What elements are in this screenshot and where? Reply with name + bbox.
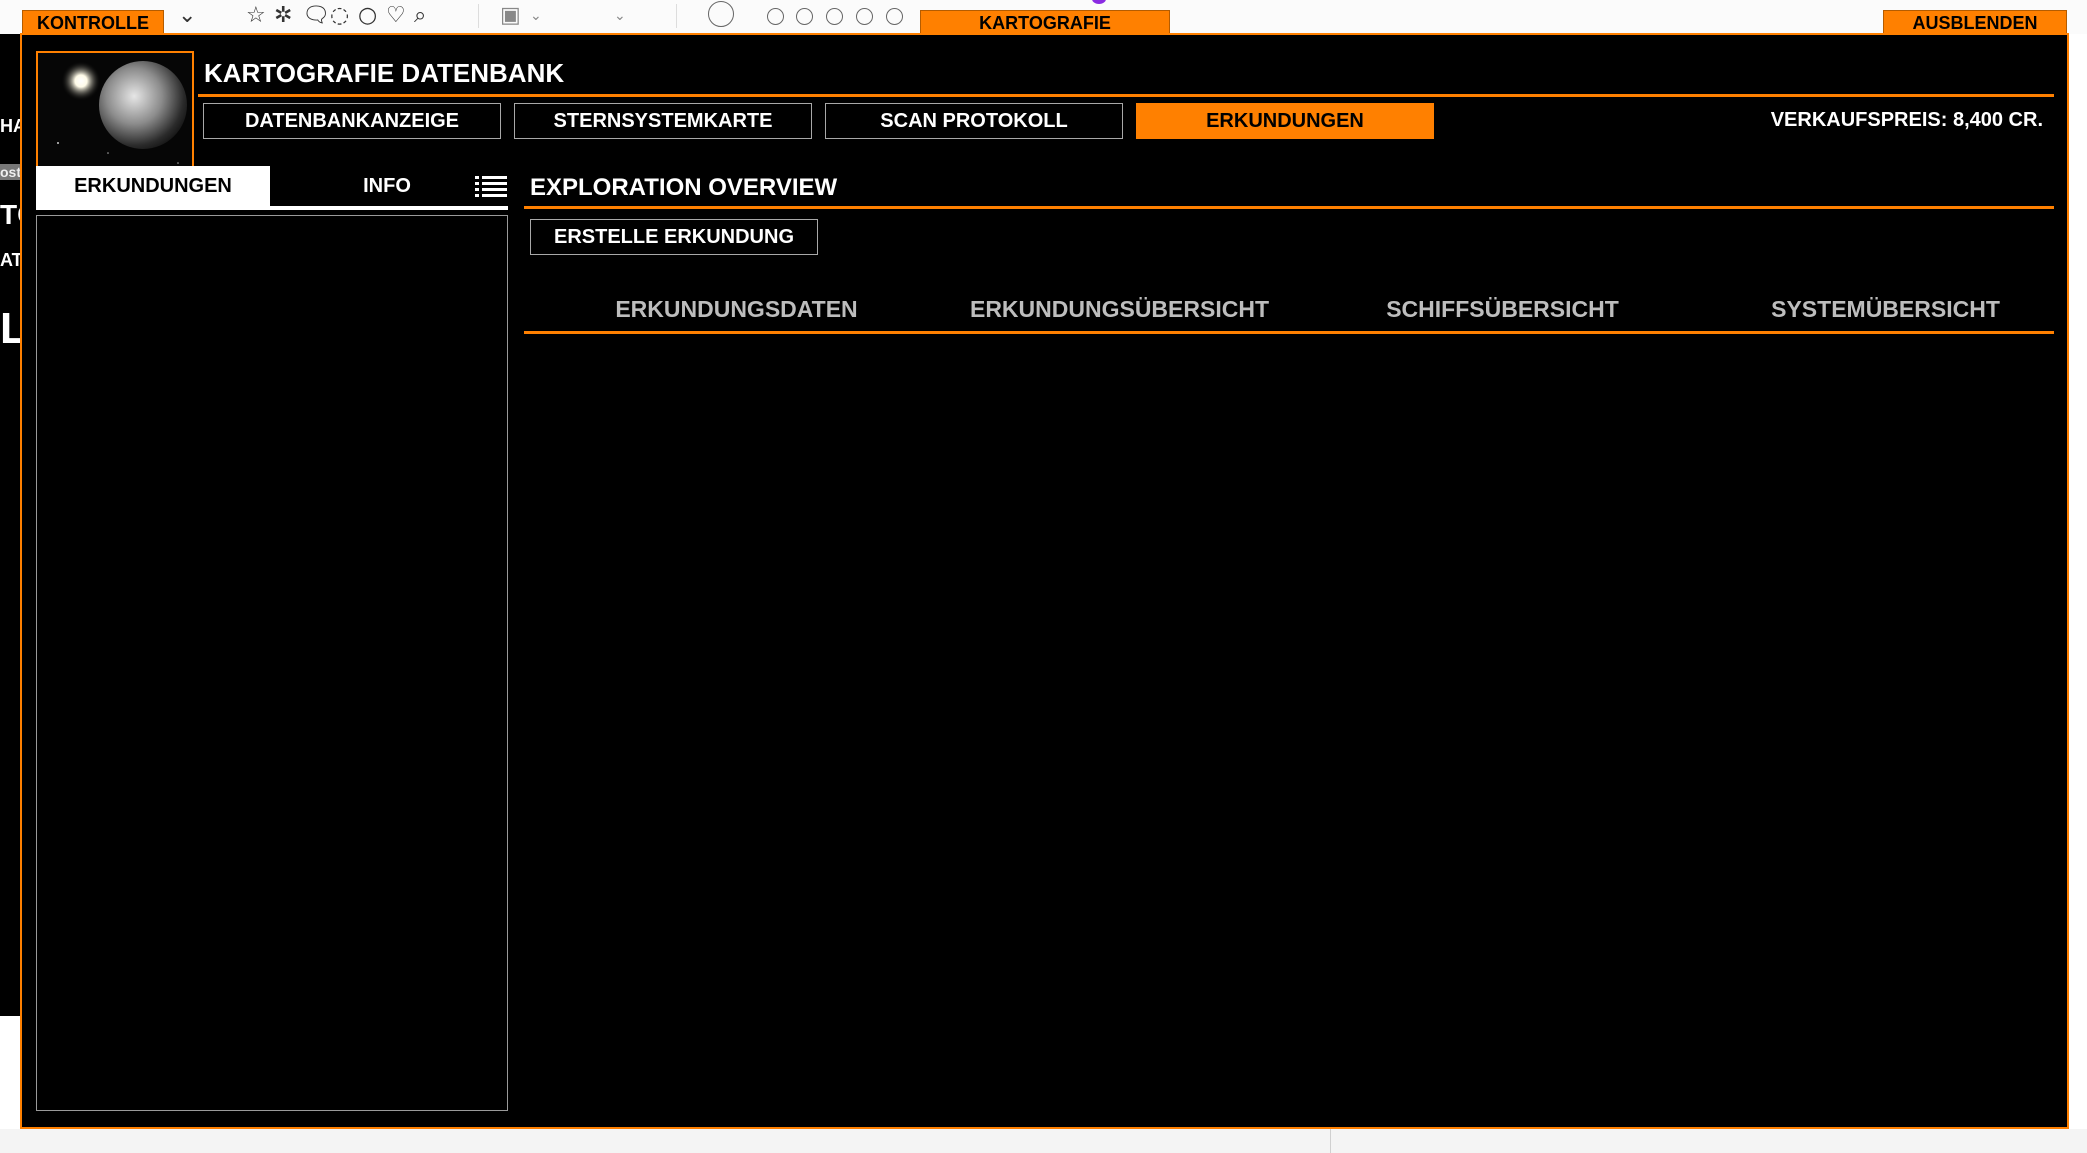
section-title: EXPLORATION OVERVIEW bbox=[530, 174, 838, 201]
image-lock-icon[interactable]: ▣ bbox=[500, 2, 521, 30]
kartografie-window: KARTOGRAFIE DATENBANK DATENBANKANZEIGE S… bbox=[20, 33, 2069, 1129]
content-tabs-divider bbox=[524, 331, 2054, 334]
desktop-divider bbox=[1330, 1129, 1331, 1153]
chat-round-icon[interactable]: ○ bbox=[358, 2, 377, 30]
circle-shape-icon[interactable] bbox=[796, 8, 813, 25]
desktop-background bbox=[0, 1129, 2087, 1153]
subtab-erkundungen[interactable]: ERKUNDUNGEN bbox=[36, 166, 270, 206]
circle-shape-icon[interactable] bbox=[856, 8, 873, 25]
background-window-slice: HA ost TC AT L bbox=[0, 34, 20, 1016]
toolbar-divider bbox=[676, 4, 677, 28]
fragment-text: ost bbox=[0, 164, 20, 180]
list-icon[interactable] bbox=[474, 174, 508, 202]
fragment-text: L bbox=[0, 304, 20, 353]
chevron-down-icon[interactable]: ⌄ bbox=[178, 2, 196, 30]
kartografie-tab[interactable]: KARTOGRAFIE bbox=[920, 10, 1170, 34]
page-title: KARTOGRAFIE DATENBANK bbox=[204, 58, 565, 88]
tab-erkundungen[interactable]: ERKUNDUNGEN bbox=[1136, 103, 1434, 139]
tab-systemuebersicht[interactable]: SYSTEMÜBERSICHT bbox=[1694, 291, 2077, 327]
tab-sternsystemkarte[interactable]: STERNSYSTEMKARTE bbox=[514, 103, 812, 139]
title-divider bbox=[198, 94, 2054, 97]
circle-shape-icon[interactable] bbox=[826, 8, 843, 25]
tab-erkundungsuebersicht[interactable]: ERKUNDUNGSÜBERSICHT bbox=[928, 291, 1311, 327]
tab-schiffsuebersicht[interactable]: SCHIFFSÜBERSICHT bbox=[1311, 291, 1694, 327]
chevron-down-icon[interactable]: ⌄ bbox=[614, 2, 626, 30]
subtab-divider bbox=[36, 206, 508, 210]
tab-erkundungsdaten[interactable]: ERKUNDUNGSDATEN bbox=[545, 291, 928, 327]
star-outline-icon[interactable]: ✲ bbox=[274, 2, 292, 30]
speech-bubble-icon[interactable]: 🗨 bbox=[302, 2, 330, 30]
fragment-text: AT bbox=[0, 250, 20, 270]
fragment-text: TC bbox=[0, 199, 20, 230]
sale-price: VERKAUFSPREIS: 8,400 CR. bbox=[1770, 109, 2043, 131]
ausblenden-button[interactable]: AUSBLENDEN bbox=[1883, 10, 2067, 34]
purple-dot-icon bbox=[1092, 0, 1106, 4]
chevron-down-icon[interactable]: ⌄ bbox=[530, 2, 542, 30]
pin-icon[interactable]: ⌕ bbox=[414, 2, 426, 30]
heart-icon[interactable]: ♡ bbox=[386, 2, 406, 30]
star-icon[interactable]: ☆ bbox=[246, 2, 266, 30]
planet-image bbox=[36, 51, 194, 175]
circle-shape-icon[interactable] bbox=[708, 1, 734, 27]
circle-shape-icon[interactable] bbox=[886, 8, 903, 25]
create-exploration-button[interactable]: ERSTELLE ERKUNDUNG bbox=[530, 219, 818, 255]
fragment-text: HA bbox=[0, 116, 20, 136]
circle-shape-icon[interactable] bbox=[767, 8, 784, 25]
chat-bubble-icon[interactable]: ◌ bbox=[330, 2, 349, 30]
toolbar-divider bbox=[478, 4, 479, 28]
tab-datenbankanzeige[interactable]: DATENBANKANZEIGE bbox=[203, 103, 501, 139]
section-divider bbox=[524, 206, 2054, 209]
subtab-info[interactable]: INFO bbox=[270, 166, 504, 206]
kontrolle-tab[interactable]: KONTROLLE bbox=[22, 10, 164, 34]
erkundungen-list[interactable] bbox=[36, 215, 508, 1111]
tab-scan-protokoll[interactable]: SCAN PROTOKOLL bbox=[825, 103, 1123, 139]
